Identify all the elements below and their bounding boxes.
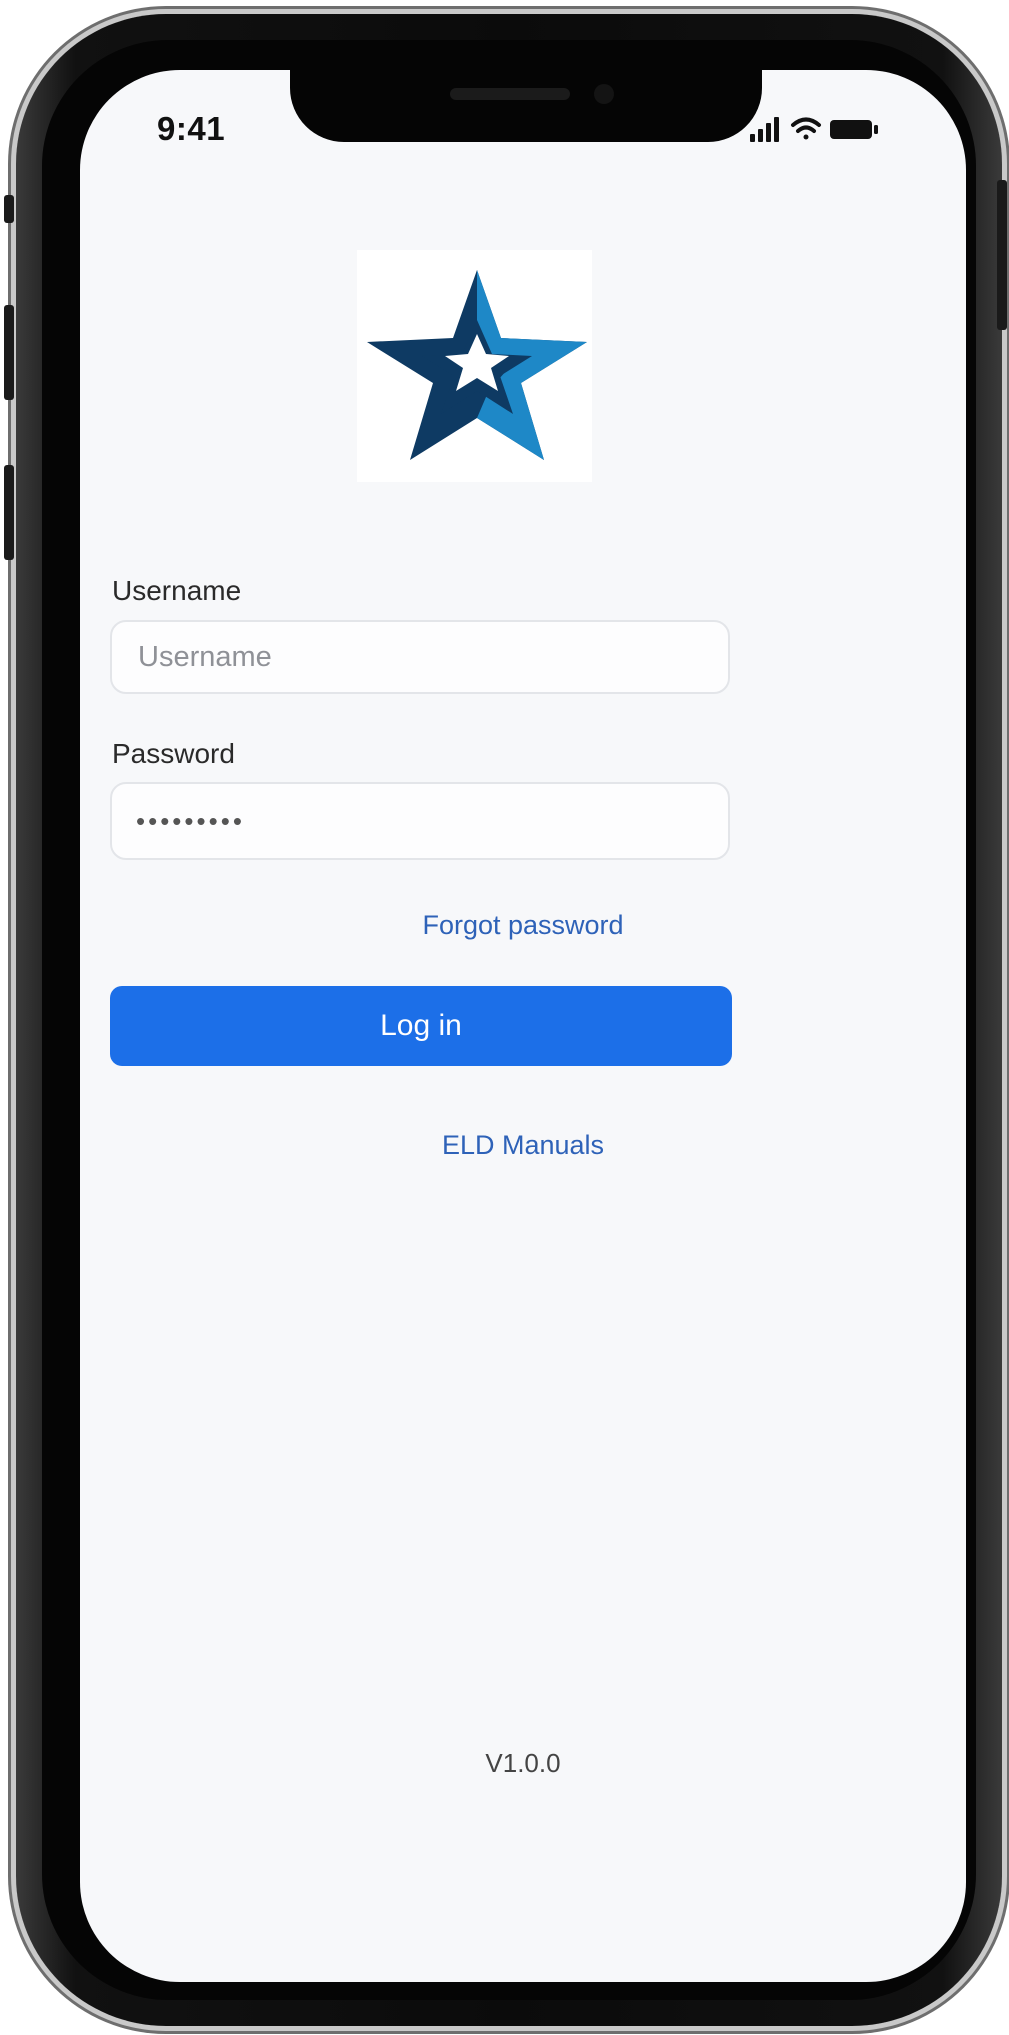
volume-up-button	[4, 305, 14, 400]
forgot-password-link[interactable]: Forgot password	[80, 910, 966, 941]
username-label: Username	[112, 575, 242, 606]
eld-manuals-link[interactable]: ELD Manuals	[80, 1130, 966, 1161]
front-camera	[594, 84, 614, 104]
version-label: V1.0.0	[485, 1748, 561, 1778]
silent-switch	[4, 195, 14, 223]
volume-down-button	[4, 465, 14, 560]
speaker-grille	[450, 88, 570, 100]
password-input[interactable]: •••••••••	[110, 782, 730, 860]
star-logo-icon	[367, 270, 587, 460]
password-mask: •••••••••	[136, 805, 245, 836]
wifi-icon	[791, 117, 821, 140]
password-label: Password	[112, 738, 235, 769]
username-input[interactable]	[110, 620, 730, 694]
power-button	[997, 180, 1007, 330]
login-button[interactable]: Log in	[110, 986, 732, 1066]
battery-icon	[830, 120, 878, 139]
app-screen: 9:41 Username Username Password ••••••••…	[80, 70, 966, 1982]
status-icons	[750, 114, 906, 144]
status-time: 9:41	[157, 110, 226, 147]
logo	[357, 250, 592, 482]
notch	[290, 70, 762, 142]
signal-icon	[750, 117, 779, 142]
